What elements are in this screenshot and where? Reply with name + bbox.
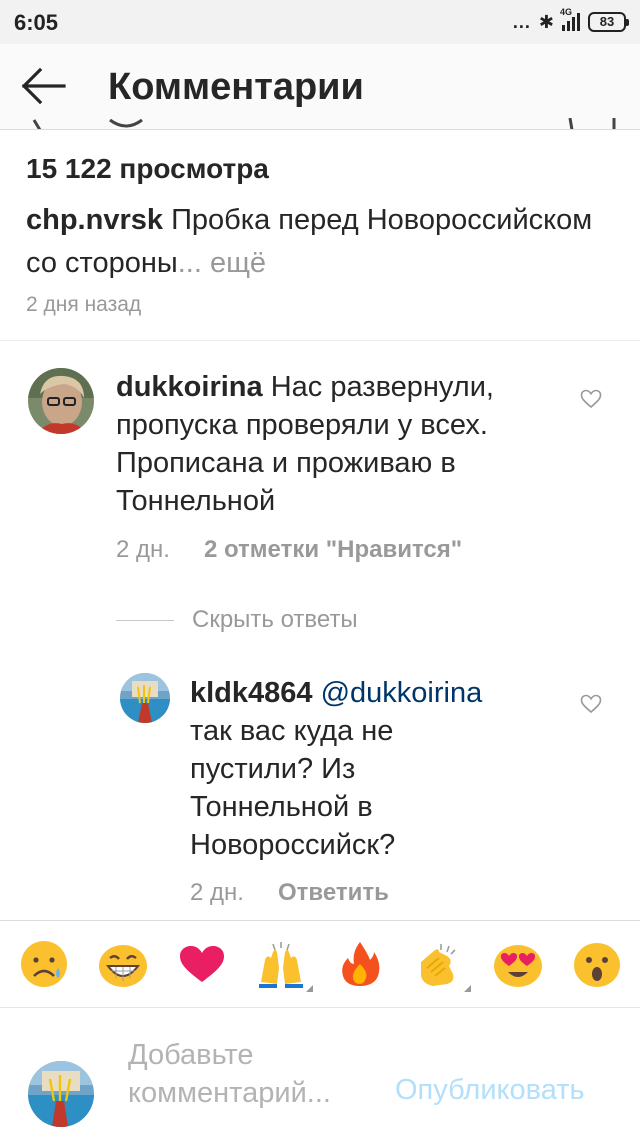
reply-button[interactable]: Ответить (278, 879, 389, 906)
current-user-avatar (28, 1061, 94, 1127)
reply-body: так вас куда не пустили? Из Тоннельной в… (190, 715, 396, 861)
grin-emoji-icon[interactable] (97, 938, 149, 990)
surprised-face-emoji-icon[interactable] (571, 938, 623, 990)
reply-timestamp: 2 дн. (190, 879, 244, 906)
avatar-image (28, 368, 94, 434)
arrow-left-icon[interactable] (20, 66, 66, 106)
scrolled-text-fragment (32, 118, 616, 129)
clapping-hands-emoji-icon[interactable] (413, 938, 471, 992)
reply-text: kldk4864 @dukkoirina так вас куда не пус… (190, 674, 530, 864)
avatar-image (28, 1061, 94, 1127)
status-time: 6:05 (14, 10, 59, 35)
heart-emoji-icon[interactable] (176, 938, 228, 990)
comment-timestamp: 2 дн. (116, 536, 170, 563)
avatar[interactable] (120, 673, 170, 723)
divider (116, 619, 174, 621)
fire-emoji-icon[interactable] (334, 938, 386, 990)
likes-count-link[interactable]: 2 отметки "Нравится" (204, 536, 462, 563)
publish-button[interactable]: Опубликовать (395, 1074, 585, 1107)
comment-username[interactable]: dukkoirina (116, 371, 263, 403)
sad-face-emoji-icon[interactable] (18, 938, 70, 990)
caption-username[interactable]: chp.nvrsk (26, 204, 163, 236)
comment-text: dukkoirina Нас развернули, пропуска пров… (116, 368, 556, 520)
caption-timestamp: 2 дня назад (26, 293, 142, 316)
reply-username[interactable]: kldk4864 (190, 677, 313, 709)
comment-input[interactable]: Добавьте комментарий... (128, 1036, 378, 1112)
reply-mention[interactable]: @dukkoirina (321, 677, 483, 709)
emoji-bar (0, 920, 640, 1008)
hide-replies-label: Скрыть ответы (192, 606, 358, 633)
comment-meta: 2 дн. 2 отметки "Нравится" (116, 536, 462, 564)
more-link[interactable]: ... ещё (178, 247, 266, 279)
caption-text: chp.nvrsk Пробка перед Новороссийском со… (26, 199, 606, 285)
heart-eyes-emoji-icon[interactable] (492, 938, 544, 990)
signal-icon: 4G (560, 7, 580, 31)
comment-composer: Добавьте комментарий... Опубликовать (0, 1008, 640, 1138)
view-count: 15 122 просмотра (26, 153, 269, 184)
post-caption: 15 122 просмотра chp.nvrsk Пробка перед … (0, 131, 640, 341)
hide-replies-button[interactable]: Скрыть ответы (116, 606, 358, 634)
raised-hands-emoji-icon[interactable] (255, 938, 313, 992)
status-icons: ... ✱ 4G 83 (512, 7, 629, 34)
app-header: Комментарии (0, 44, 640, 130)
avatar[interactable] (28, 368, 94, 434)
status-bar: 6:05 ... ✱ 4G 83 (0, 0, 640, 44)
page-title: Комментарии (108, 66, 364, 108)
notification-dots-icon: ... (512, 11, 531, 32)
battery-icon: 83 (588, 12, 629, 32)
heart-icon[interactable] (580, 389, 602, 409)
network-type: 4G (560, 7, 573, 17)
bluetooth-icon: ✱ (538, 11, 554, 32)
avatar-image (120, 673, 170, 723)
heart-icon[interactable] (580, 694, 602, 714)
reply-meta: 2 дн. Ответить (190, 879, 389, 907)
